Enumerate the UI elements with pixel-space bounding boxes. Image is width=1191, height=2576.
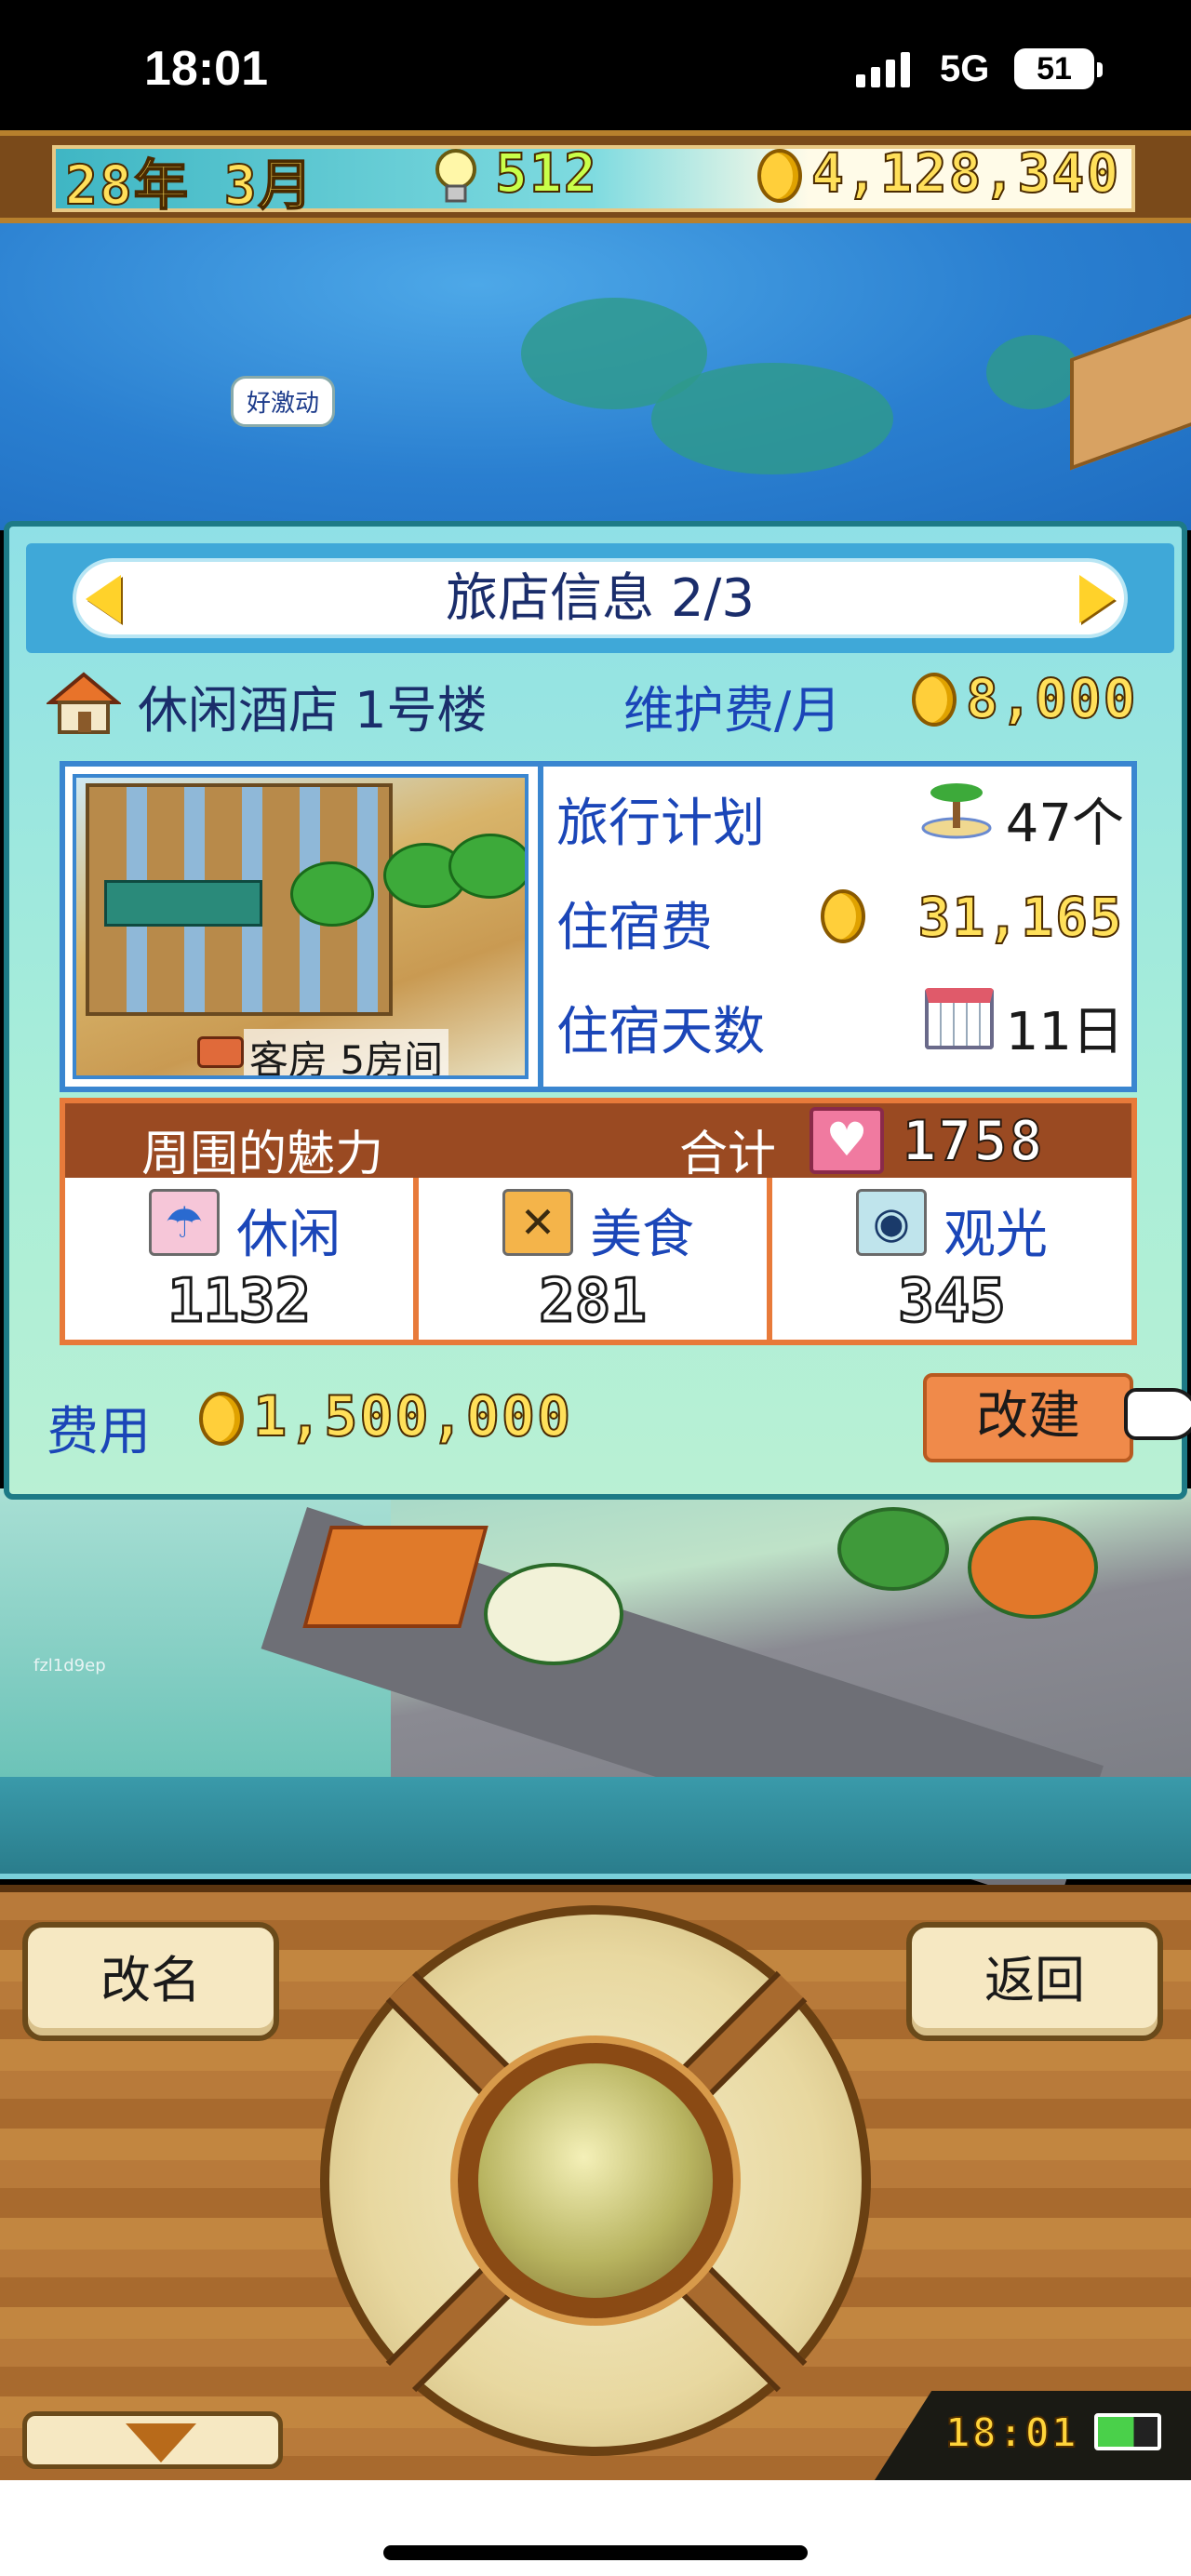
- island-icon: [921, 783, 992, 839]
- charm-value: 1132: [166, 1266, 312, 1338]
- next-arrow-icon[interactable]: [1079, 575, 1115, 623]
- coin-icon: [757, 149, 802, 203]
- cost-label: 费用: [47, 1402, 151, 1462]
- watermark-text: fzl1d9ep: [33, 1656, 106, 1675]
- stat-value: 11日: [1005, 1002, 1124, 1062]
- charm-label: 美食: [590, 1205, 694, 1265]
- stat-row-room-price: 住宿费 31,165: [556, 871, 1133, 964]
- total-money: 4,128,340: [810, 140, 1121, 206]
- stat-label: 住宿费: [556, 898, 713, 958]
- charm-header: 周围的魅力 合计 ♥ 1758: [65, 1103, 1131, 1182]
- tree: [968, 1516, 1098, 1619]
- collapse-button[interactable]: [22, 2411, 283, 2469]
- battery-icon: 51: [1014, 48, 1103, 89]
- cost-value: 1,500,000: [252, 1383, 573, 1450]
- status-bar: 18:01 5G 51: [0, 0, 1191, 130]
- speech-bubble: 好激动: [231, 376, 336, 427]
- stat-value: 47个: [1005, 794, 1124, 854]
- surrounding-charm-box: 周围的魅力 合计 ♥ 1758 ☂ 休闲 1132 ✕ 美食 281 ◉ 观光 …: [60, 1098, 1137, 1345]
- heart-icon: ♥: [810, 1107, 884, 1174]
- charm-total: 1758: [902, 1108, 1045, 1175]
- stat-value: 31,165: [917, 885, 1124, 950]
- home-indicator-area: [0, 2480, 1191, 2576]
- hotel-detail-box: 客房 5房间 旅行计划 47个 住宿费 31,165 住宿天数 11日: [60, 761, 1137, 1092]
- upkeep-value: 8,000: [965, 666, 1138, 731]
- network-type: 5G: [940, 48, 990, 89]
- rebuild-button[interactable]: 改建: [923, 1373, 1133, 1462]
- status-time: 18:01: [144, 42, 268, 96]
- battery-level-icon: [1094, 2413, 1161, 2450]
- coin-icon: [821, 889, 865, 943]
- camera-icon: ◉: [856, 1189, 927, 1256]
- hotel-stats: 旅行计划 47个 住宿费 31,165 住宿天数 11日: [538, 767, 1133, 1087]
- dpad-center-button[interactable]: [458, 2043, 733, 2318]
- lightbulb-icon: [435, 149, 476, 203]
- upkeep-label: 维护费/月: [623, 681, 842, 740]
- umbrella-icon: ☂: [149, 1189, 220, 1256]
- down-arrow-icon: [126, 2423, 196, 2463]
- directional-pad[interactable]: [320, 1905, 871, 2456]
- stat-row-travel-plans: 旅行计划 47个: [556, 767, 1133, 860]
- room-count: 客房 5房间: [244, 1029, 449, 1075]
- charm-title: 周围的魅力: [141, 1127, 384, 1182]
- hotel-name[interactable]: 休闲酒店 1号楼: [138, 669, 488, 742]
- calendar-icon: [925, 988, 994, 1049]
- house-icon: [47, 672, 121, 734]
- map-view-ocean[interactable]: [0, 223, 1191, 530]
- rename-button[interactable]: 改名: [22, 1922, 279, 2041]
- bed-icon: [197, 1036, 244, 1068]
- research-points: 512: [494, 140, 598, 206]
- coin-icon: [199, 1392, 244, 1446]
- home-indicator[interactable]: [383, 2545, 808, 2560]
- panel-title: 旅店信息 2/3: [73, 558, 1128, 638]
- charm-total-label: 合计: [679, 1127, 777, 1182]
- stat-label: 旅行计划: [556, 794, 765, 854]
- message-strip: [0, 1777, 1191, 1879]
- charm-label: 观光: [943, 1205, 1048, 1265]
- prev-arrow-icon[interactable]: [86, 575, 121, 623]
- hotel-info-panel: 旅店信息 2/3 休闲酒店 1号楼 维护费/月 8,000 客房 5房间 旅行计…: [4, 521, 1191, 1500]
- hotel-header-row: 休闲酒店 1号楼 维护费/月 8,000: [47, 661, 1163, 740]
- tree: [484, 1563, 623, 1665]
- charm-value: 345: [897, 1266, 1008, 1338]
- stat-label: 住宿天数: [556, 1002, 765, 1062]
- coin-icon: [912, 673, 957, 727]
- charm-cell-food: ✕ 美食 281: [419, 1178, 772, 1340]
- game-clock: 18:01: [944, 2409, 1078, 2458]
- charm-cell-leisure: ☂ 休闲 1132: [65, 1178, 419, 1340]
- pointing-hand-icon: [1124, 1388, 1191, 1440]
- charm-cell-sightseeing: ◉ 观光 345: [772, 1178, 1131, 1340]
- charm-value: 281: [538, 1266, 649, 1338]
- hotel-thumbnail: 客房 5房间: [73, 774, 529, 1079]
- back-button[interactable]: 返回: [906, 1922, 1163, 2041]
- stat-row-stay-days: 住宿天数 11日: [556, 975, 1133, 1068]
- charm-label: 休闲: [236, 1205, 341, 1265]
- game-date: 28年 3月: [64, 153, 314, 218]
- cutlery-icon: ✕: [502, 1189, 573, 1256]
- panel-title-bar: 旅店信息 2/3: [26, 543, 1174, 653]
- signal-icon: [856, 50, 910, 87]
- house-building[interactable]: [302, 1526, 488, 1628]
- tree: [837, 1507, 949, 1591]
